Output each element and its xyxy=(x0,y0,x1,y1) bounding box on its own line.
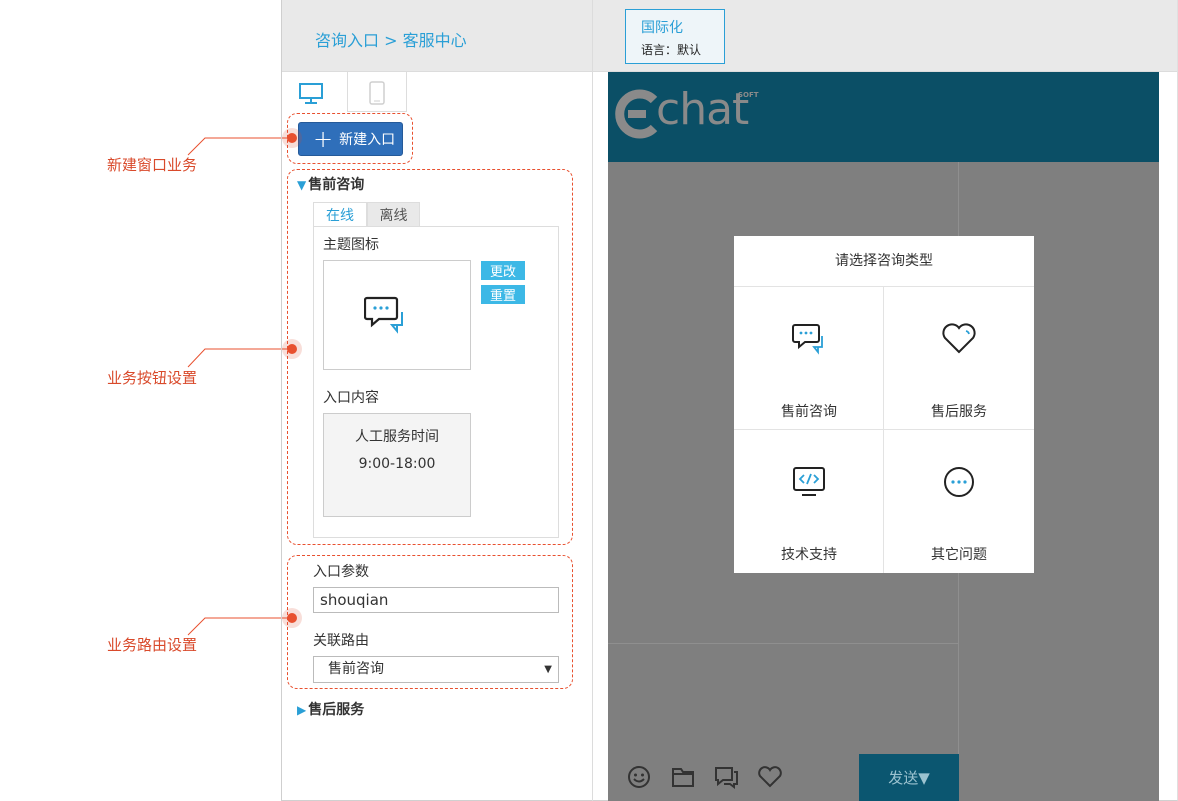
logo-text: chat xyxy=(656,84,749,135)
annotation-dot-1 xyxy=(282,128,302,148)
favorite-heart-icon[interactable] xyxy=(757,765,783,789)
code-monitor-icon xyxy=(793,467,825,496)
option-presales[interactable]: 售前咨询 xyxy=(734,287,884,430)
route-select-value: 售前咨询 xyxy=(328,661,384,677)
dropdown-arrow-icon: ▼ xyxy=(544,664,552,675)
tab-online[interactable]: 在线 xyxy=(313,202,367,227)
section-aftersales-title: 售后服务 xyxy=(308,702,365,718)
consult-type-modal: 请选择咨询类型 售前咨询 售后服务 技术支持 其它问题 xyxy=(734,236,1034,573)
plus-icon: + xyxy=(313,125,334,153)
panel-divider xyxy=(592,0,593,801)
phone-icon xyxy=(369,81,385,105)
option-other[interactable]: 其它问题 xyxy=(884,430,1034,573)
send-button[interactable]: 发送▼ xyxy=(859,754,959,801)
preview-input-divider xyxy=(608,643,958,644)
entry-param-label: 入口参数 xyxy=(313,564,369,580)
chat-bubbles-icon xyxy=(364,296,403,334)
entry-param-input[interactable]: shouqian xyxy=(313,587,559,613)
tab-desktop[interactable] xyxy=(282,72,348,112)
i18n-language: 语言：默认 xyxy=(641,43,702,57)
tab-mobile[interactable] xyxy=(347,72,407,112)
entry-content-label: 入口内容 xyxy=(323,390,379,406)
modal-title: 请选择咨询类型 xyxy=(734,236,1034,287)
more-circle-icon xyxy=(944,467,974,497)
route-label: 关联路由 xyxy=(313,633,369,649)
new-entry-label: 新建入口 xyxy=(339,132,396,148)
tab-offline[interactable]: 离线 xyxy=(367,202,420,227)
annotation-new-window: 新建窗口业务 xyxy=(107,156,198,174)
reset-icon-button[interactable]: 重置 xyxy=(481,285,525,304)
new-entry-button[interactable]: + 新建入口 xyxy=(298,122,403,156)
section-presales-title: 售前咨询 xyxy=(308,177,365,193)
chat-history-icon[interactable] xyxy=(714,765,740,789)
emoji-icon[interactable] xyxy=(627,765,653,789)
entry-content-line-1: 人工服务时间 xyxy=(355,429,439,445)
expand-right-icon: ▶ xyxy=(297,703,307,717)
echat-logo-mark xyxy=(615,89,658,139)
annotation-routing-settings: 业务路由设置 xyxy=(107,636,198,654)
annotation-dot-3 xyxy=(282,608,302,628)
breadcrumb[interactable]: 咨询入口 > 客服中心 xyxy=(315,27,467,51)
theme-icon-preview xyxy=(323,260,471,370)
change-icon-button[interactable]: 更改 xyxy=(481,261,525,280)
theme-icon-label: 主题图标 xyxy=(323,237,379,253)
annotation-lines xyxy=(187,137,292,636)
section-presales-header[interactable]: ▼ 售前咨询 xyxy=(297,174,364,194)
annotation-button-settings: 业务按钮设置 xyxy=(107,369,198,387)
entry-content-line-2: 9:00-18:00 xyxy=(358,456,436,472)
option-tech-support[interactable]: 技术支持 xyxy=(734,430,884,573)
i18n-title: 国际化 xyxy=(641,20,683,36)
i18n-selector[interactable]: 国际化 语言：默认 xyxy=(625,9,725,64)
chat-bubbles-icon xyxy=(792,324,823,355)
section-aftersales-header[interactable]: ▶ 售后服务 xyxy=(297,699,364,719)
expand-down-icon: ▼ xyxy=(297,178,307,192)
option-label: 技术支持 xyxy=(781,547,837,563)
annotation-dot-2 xyxy=(282,339,302,359)
entry-content-box[interactable]: 人工服务时间 9:00-18:00 xyxy=(323,413,471,517)
monitor-icon xyxy=(299,83,323,104)
option-label: 售前咨询 xyxy=(781,404,837,420)
heart-icon xyxy=(942,323,976,354)
preview-header: chat SOFT xyxy=(608,72,1159,162)
route-select[interactable]: 售前咨询 ▼ xyxy=(313,656,559,683)
option-label: 其它问题 xyxy=(931,547,987,563)
folder-icon[interactable] xyxy=(671,765,697,789)
option-label: 售后服务 xyxy=(931,404,987,420)
option-aftersales[interactable]: 售后服务 xyxy=(884,287,1034,430)
logo-sup: SOFT xyxy=(738,91,759,99)
